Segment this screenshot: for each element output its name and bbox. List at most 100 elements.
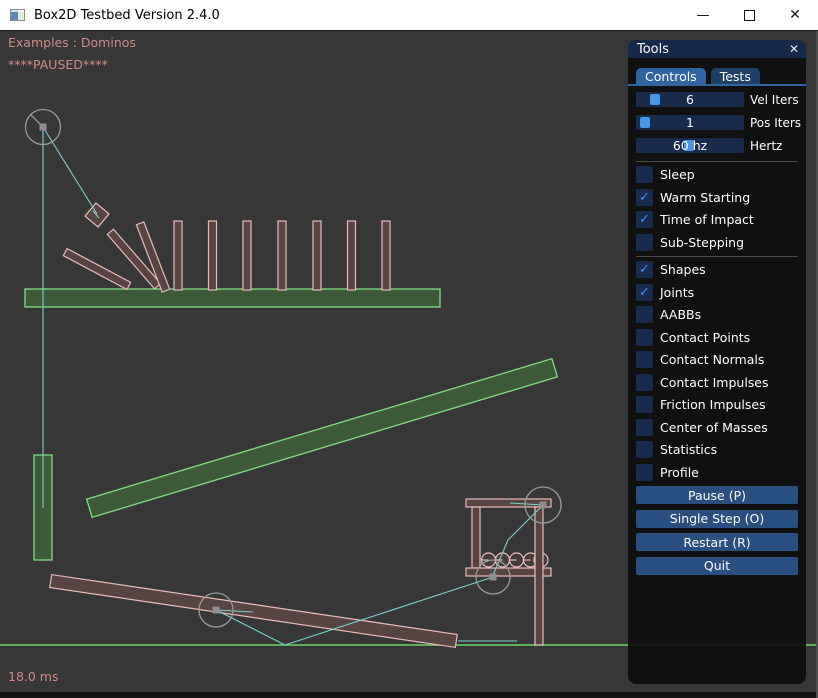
checkbox-label: Contact Points: [660, 330, 750, 345]
checkbox-shapes[interactable]: ✓: [636, 261, 653, 278]
sliders-section: 6 Vel Iters 1Pos Iters 60 hz Hertz: [628, 92, 806, 153]
slider-row-vel-iters: 6 Vel Iters: [636, 92, 798, 107]
checkbox-row-profile[interactable]: Profile: [636, 464, 798, 481]
checkbox-row-sub-stepping[interactable]: Sub-Stepping: [636, 234, 798, 251]
minimize-icon: —: [697, 8, 710, 23]
checkbox-label: Time of Impact: [660, 212, 754, 227]
checkbox-sub-stepping[interactable]: [636, 234, 653, 251]
checkbox-row-sleep[interactable]: Sleep: [636, 166, 798, 183]
checkboxes-section: Sleep ✓ Warm Starting ✓ Time of Impact Sub-St…: [628, 161, 806, 481]
window-title: Box2D Testbed Version 2.4.0: [34, 8, 220, 23]
tools-panel-title: Tools: [637, 42, 669, 57]
single-step-o-button[interactable]: Single Step (O): [636, 510, 798, 528]
checkmark-icon: ✓: [639, 286, 650, 299]
slider-hertz[interactable]: 60 hz: [636, 138, 744, 153]
checkbox-row-center-of-masses[interactable]: Center of Masses: [636, 419, 798, 436]
maximize-icon: [744, 10, 755, 21]
checkbox-row-contact-normals[interactable]: Contact Normals: [636, 351, 798, 368]
pause-p-button[interactable]: Pause (P): [636, 486, 798, 504]
checkbox-contact-normals[interactable]: [636, 351, 653, 368]
domino-platform: [25, 289, 440, 307]
checkbox-row-joints[interactable]: ✓Joints: [636, 284, 798, 301]
frame-left-post: [472, 507, 480, 568]
frame-right-post: [535, 507, 543, 645]
paused-label: ****PAUSED****: [8, 57, 108, 72]
separator: [636, 256, 798, 257]
simulation-canvas[interactable]: Examples : Dominos ****PAUSED**** 18.0 m…: [0, 31, 818, 698]
standing-domino: [209, 221, 217, 290]
standing-domino: [382, 221, 390, 290]
standing-domino: [348, 221, 356, 290]
quit-button[interactable]: Quit: [636, 557, 798, 575]
slider-label: Vel Iters: [750, 93, 799, 107]
slider-row-hertz: 60 hz Hertz: [636, 138, 798, 153]
tools-panel-titlebar[interactable]: Tools ✕: [628, 40, 806, 58]
checkbox-row-shapes[interactable]: ✓ Shapes: [636, 261, 798, 278]
checkbox-aabbs[interactable]: [636, 306, 653, 323]
checkbox-label: Shapes: [660, 262, 706, 277]
example-label: Examples : Dominos: [8, 35, 136, 50]
separator: [636, 161, 798, 162]
app-icon: [10, 9, 25, 21]
maximize-button[interactable]: [726, 0, 772, 30]
slider-value: 60 hz: [636, 138, 744, 153]
slider-label: Hertz: [750, 139, 782, 153]
slider-row-pos-iters: 1Pos Iters: [636, 115, 798, 130]
anchor-squares: [40, 124, 547, 614]
slider-vel-iters[interactable]: 6: [636, 92, 744, 107]
restart-r-button[interactable]: Restart (R): [636, 533, 798, 551]
close-button[interactable]: ✕: [772, 0, 818, 30]
frame-time-label: 18.0 ms: [8, 669, 59, 684]
standing-domino: [313, 221, 321, 290]
checkbox-row-friction-impulses[interactable]: Friction Impulses: [636, 396, 798, 413]
seesaw-plank: [50, 575, 458, 648]
checkbox-label: Sub-Stepping: [660, 235, 744, 250]
tools-close-icon[interactable]: ✕: [789, 43, 799, 55]
tab-bar: Controls Tests: [628, 68, 806, 86]
standing-domino: [174, 221, 182, 290]
checkbox-contact-impulses[interactable]: [636, 374, 653, 391]
checkbox-joints[interactable]: ✓: [636, 284, 653, 301]
checkbox-sleep[interactable]: [636, 166, 653, 183]
checkbox-label: Warm Starting: [660, 190, 750, 205]
minimize-button[interactable]: —: [680, 0, 726, 30]
checkbox-profile[interactable]: [636, 464, 653, 481]
checkbox-row-warm-starting[interactable]: ✓ Warm Starting: [636, 189, 798, 206]
standing-domino: [243, 221, 251, 290]
checkbox-row-time-of-impact[interactable]: ✓ Time of Impact: [636, 211, 798, 228]
checkbox-friction-impulses[interactable]: [636, 396, 653, 413]
checkbox-row-statistics[interactable]: Statistics: [636, 441, 798, 458]
checkbox-row-aabbs[interactable]: AABBs: [636, 306, 798, 323]
buttons-section: Pause (P) Single Step (O) Restart (R) Quit: [628, 486, 806, 575]
checkbox-statistics[interactable]: [636, 441, 653, 458]
close-icon: ✕: [789, 7, 801, 23]
checkmark-icon: ✓: [639, 263, 650, 276]
checkbox-label: Contact Normals: [660, 352, 764, 367]
slider-pos-iters[interactable]: 1: [636, 115, 744, 130]
checkbox-label: Profile: [660, 465, 699, 480]
tools-panel: Tools ✕ Controls Tests 6 Vel Iters 1Pos Ite…: [628, 40, 806, 684]
fallen-domino: [63, 249, 130, 290]
checkbox-contact-points[interactable]: [636, 329, 653, 346]
slider-value: 6: [636, 92, 744, 107]
checkbox-label: Contact Impulses: [660, 375, 769, 390]
checkmark-icon: ✓: [639, 213, 650, 226]
standing-domino: [278, 221, 286, 290]
checkbox-label: Center of Masses: [660, 420, 768, 435]
box2d-testbed-app: { "window": { "title": "Box2D Testbed Ve…: [0, 0, 818, 698]
checkbox-time-of-impact[interactable]: ✓: [636, 211, 653, 228]
checkbox-row-contact-impulses[interactable]: Contact Impulses: [636, 374, 798, 391]
checkbox-label: Friction Impulses: [660, 397, 766, 412]
frame-top-bar: [466, 499, 551, 507]
checkmark-icon: ✓: [639, 191, 650, 204]
checkbox-warm-starting[interactable]: ✓: [636, 189, 653, 206]
checkbox-label: Statistics: [660, 442, 717, 457]
checkbox-row-contact-points[interactable]: Contact Points: [636, 329, 798, 346]
tab-tests[interactable]: Tests: [711, 68, 760, 84]
angled-plank: [87, 359, 558, 518]
window-bottom-edge: [0, 692, 818, 698]
window-titlebar[interactable]: Box2D Testbed Version 2.4.0 — ✕: [0, 0, 818, 31]
checkbox-center-of-masses[interactable]: [636, 419, 653, 436]
tab-controls[interactable]: Controls: [636, 68, 706, 84]
checkbox-label: AABBs: [660, 307, 701, 322]
